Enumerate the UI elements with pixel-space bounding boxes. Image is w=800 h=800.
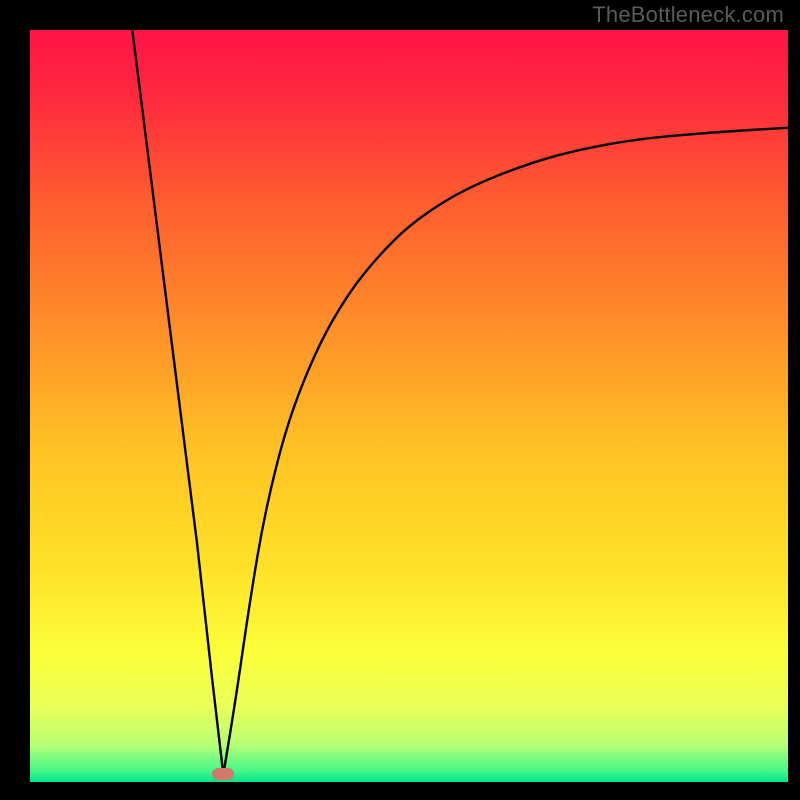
chart-svg bbox=[0, 0, 800, 800]
plot-background bbox=[30, 30, 788, 782]
watermark-label: TheBottleneck.com bbox=[592, 2, 784, 28]
trough-marker bbox=[212, 768, 234, 780]
chart-frame: TheBottleneck.com bbox=[0, 0, 800, 800]
